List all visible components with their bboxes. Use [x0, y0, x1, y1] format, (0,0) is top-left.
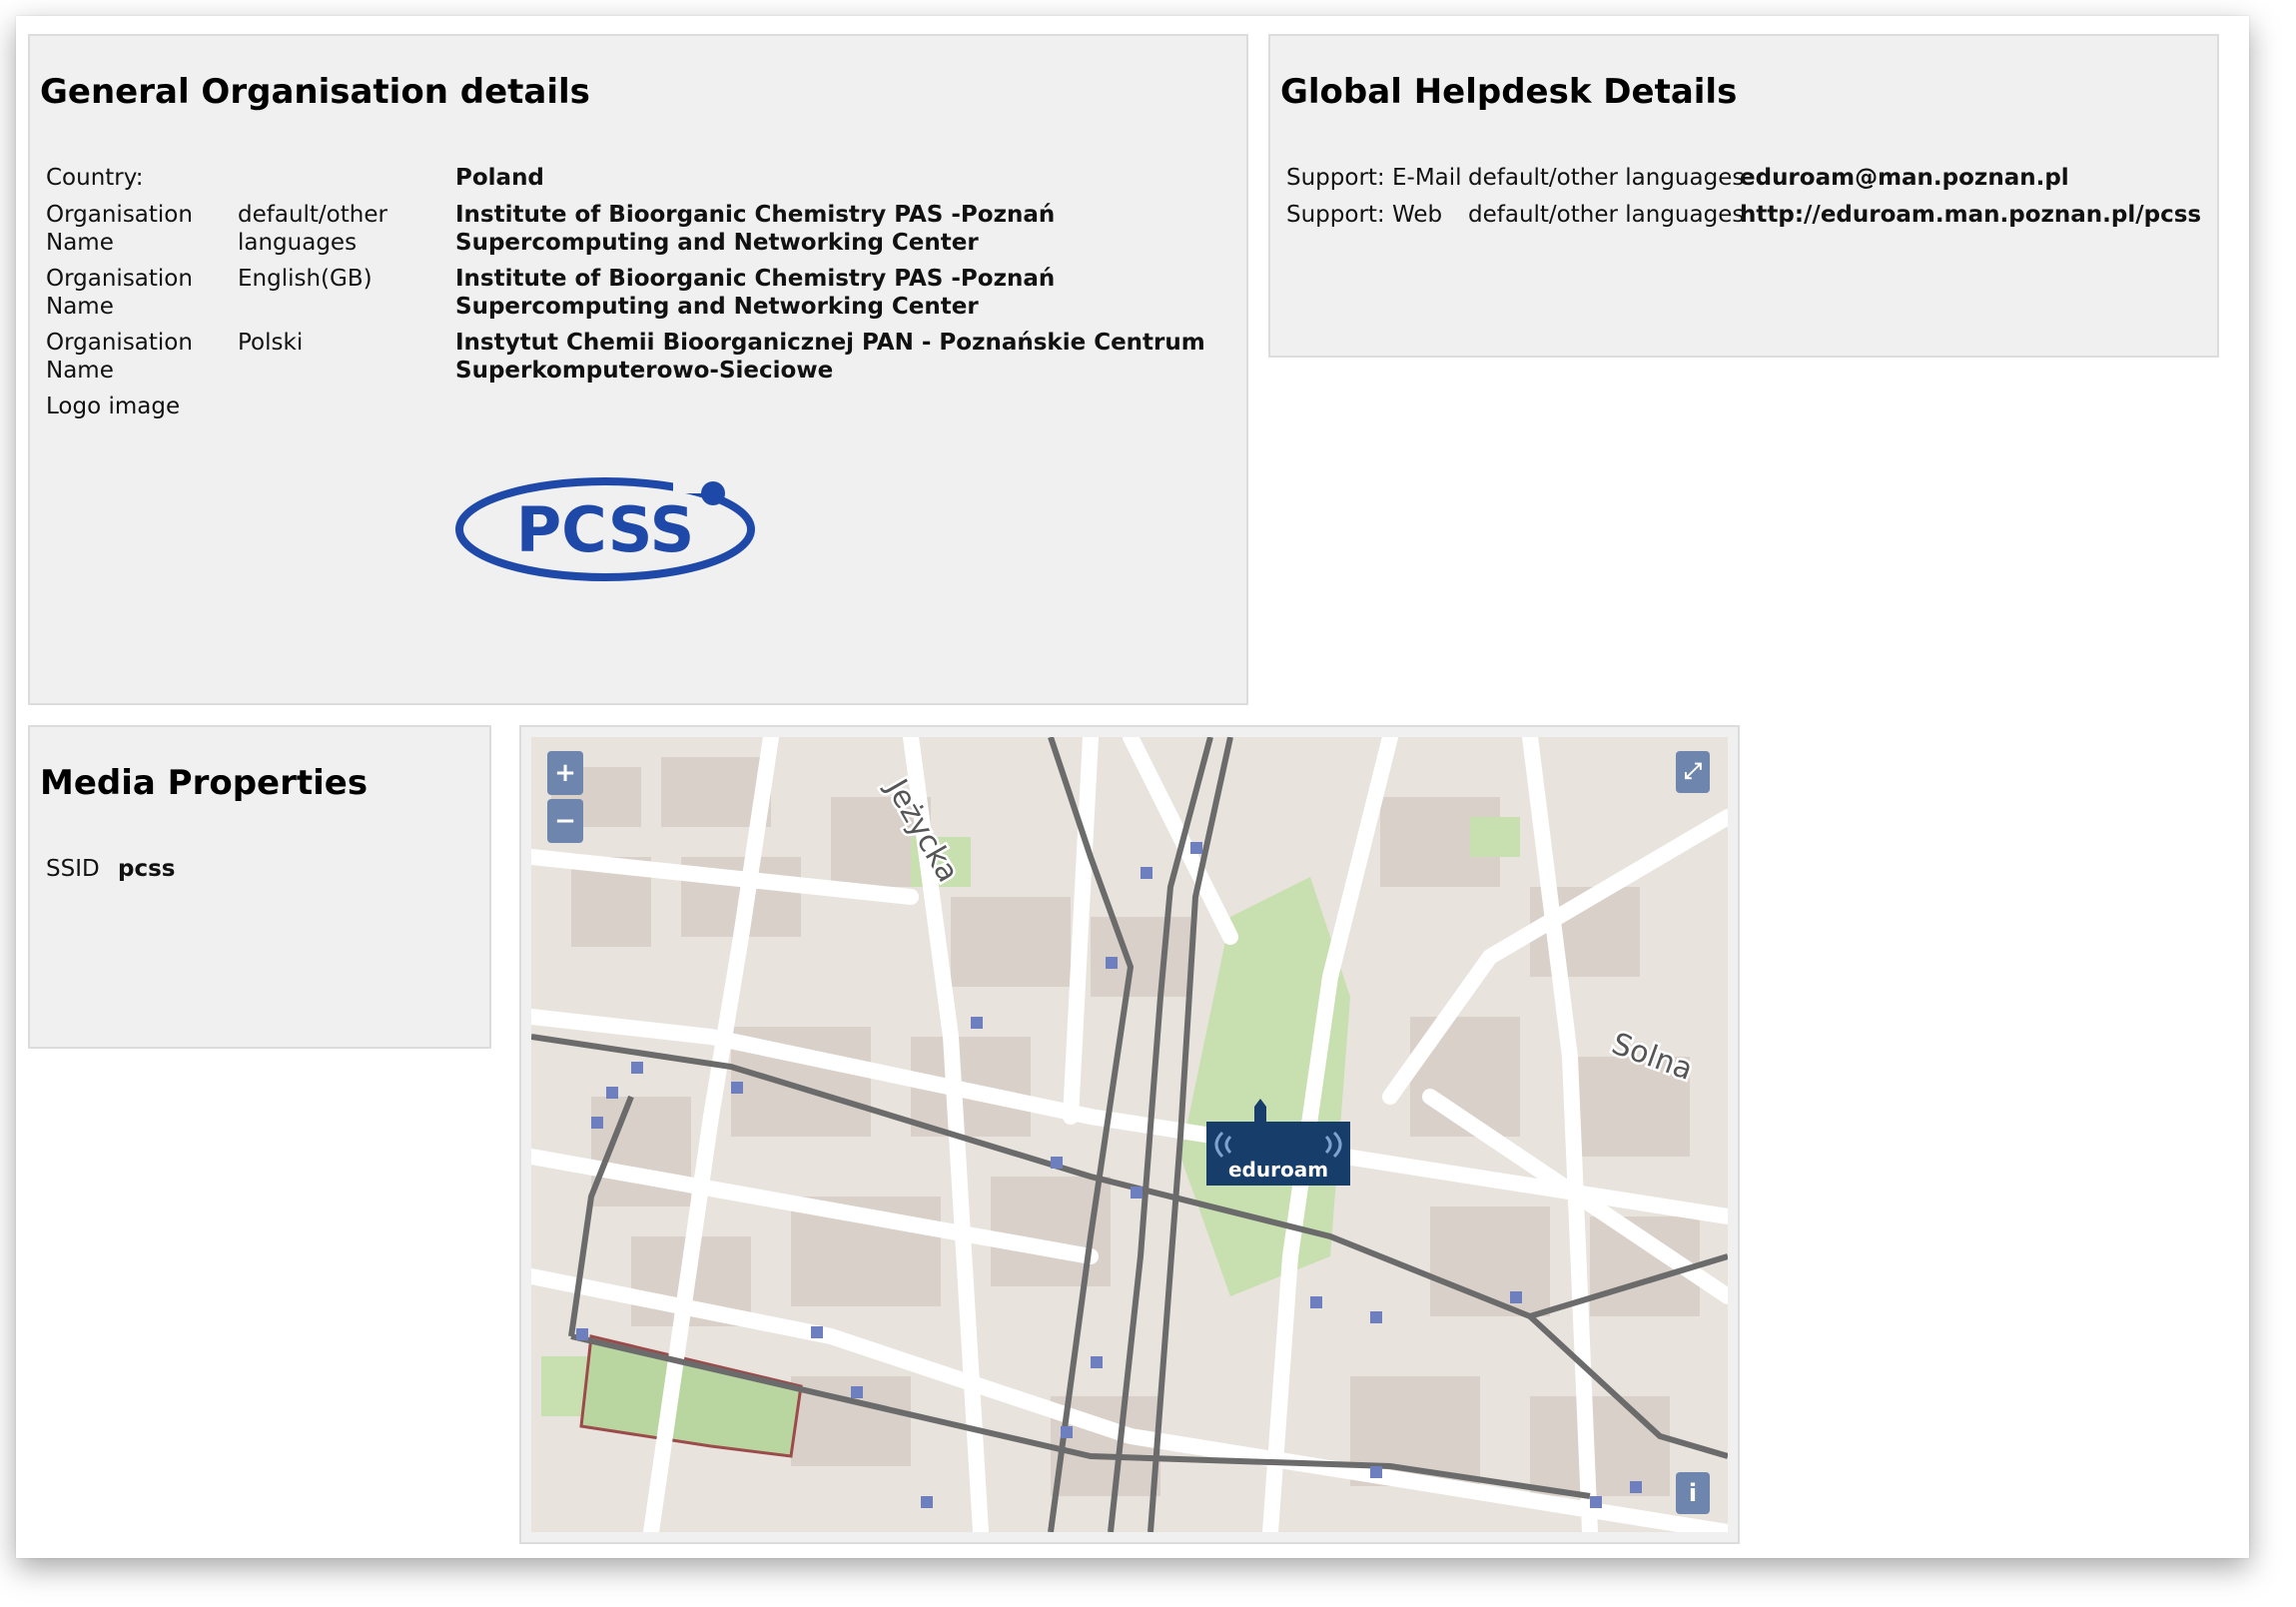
media-properties-title: Media Properties: [40, 763, 369, 803]
org-name-label: Organisation Name: [46, 330, 193, 384]
pcss-logo: PCSS: [453, 471, 763, 587]
org-name-value: Institute of Bioorganic Chemistry PAS -P…: [455, 202, 1056, 256]
zoom-in-button[interactable]: +: [547, 751, 583, 795]
eduroam-marker-text: eduroam: [1228, 1158, 1328, 1182]
org-name-value: Institute of Bioorganic Chemistry PAS -P…: [455, 266, 1056, 320]
global-helpdesk-panel: Global Helpdesk Details Support: E-Mail …: [1268, 34, 2219, 358]
support-web-lang: default/other languages: [1468, 202, 1745, 228]
map-tiles: Jeżycka Solna eduroam: [531, 737, 1728, 1532]
global-helpdesk-title: Global Helpdesk Details: [1280, 72, 1738, 112]
fullscreen-icon[interactable]: ⤢: [1676, 751, 1710, 793]
org-name-lang: default/other languages: [238, 202, 387, 256]
support-email-label: Support: E-Mail: [1286, 165, 1462, 191]
zoom-out-button[interactable]: −: [547, 799, 583, 843]
support-email-value: eduroam@man.poznan.pl: [1740, 165, 2069, 191]
map-frame: Jeżycka Solna eduroam + − ⤢ i: [519, 725, 1740, 1544]
support-web-value: http://eduroam.man.poznan.pl/pcss: [1740, 202, 2202, 228]
country-value: Poland: [455, 165, 544, 191]
media-properties-panel: Media Properties SSID pcss: [28, 725, 491, 1049]
org-name-value: Instytut Chemii Bioorganicznej PAN - Poz…: [455, 330, 1205, 384]
org-name-lang: Polski: [238, 330, 304, 356]
org-name-label: Organisation Name: [46, 202, 193, 256]
country-label: Country:: [46, 165, 144, 191]
support-web-label: Support: Web: [1286, 202, 1443, 228]
general-organisation-panel: General Organisation details Country: Po…: [28, 34, 1248, 705]
info-icon[interactable]: i: [1676, 1472, 1710, 1514]
support-email-lang: default/other languages: [1468, 165, 1745, 191]
map-view[interactable]: Jeżycka Solna eduroam + − ⤢ i: [531, 737, 1728, 1532]
logo-label: Logo image: [46, 394, 181, 419]
org-name-label: Organisation Name: [46, 266, 193, 320]
general-organisation-title: General Organisation details: [40, 72, 590, 112]
org-name-lang: English(GB): [238, 266, 373, 292]
ssid-value: pcss: [118, 856, 176, 882]
pcss-logo-text: PCSS: [516, 493, 695, 566]
page-window: General Organisation details Country: Po…: [16, 16, 2249, 1558]
ssid-label: SSID: [46, 856, 100, 882]
